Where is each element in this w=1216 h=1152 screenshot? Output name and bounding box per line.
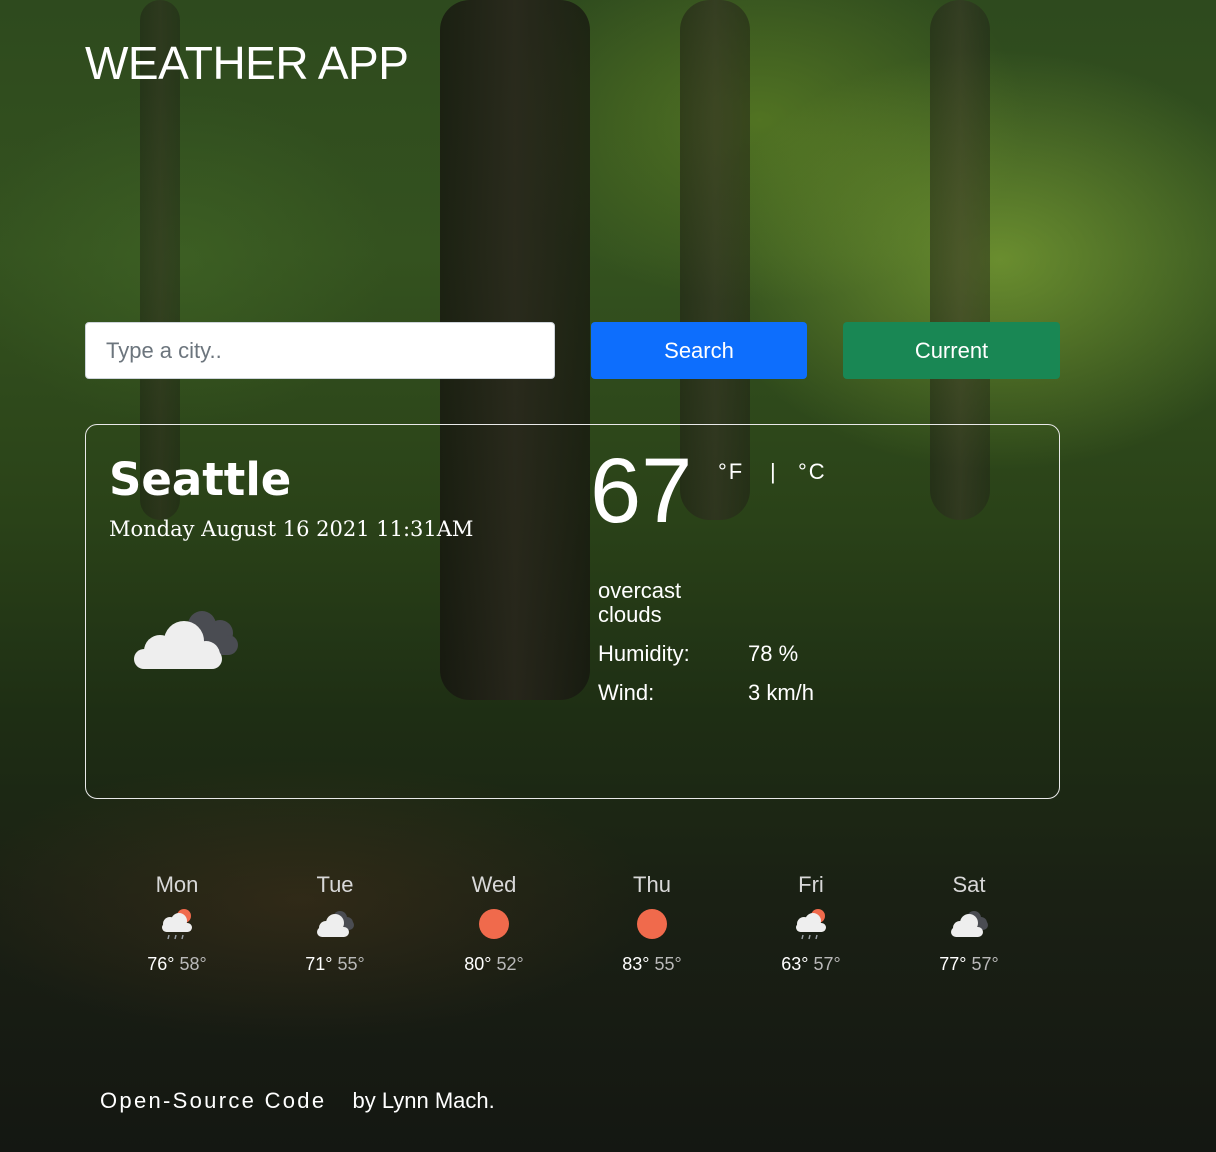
forecast-temps: 71° 55°	[255, 954, 415, 975]
rain-sun-icon	[796, 909, 826, 940]
date-time: Monday August 16 2021 11:31AM	[109, 517, 474, 541]
source-code-link[interactable]: Open-Source Code	[100, 1088, 326, 1113]
broken-clouds-icon	[317, 911, 354, 937]
forecast-max-temp: 77°	[939, 954, 967, 974]
wind-value: 3 km/h	[748, 680, 815, 705]
celsius-toggle[interactable]: °C	[798, 459, 827, 485]
current-location-button[interactable]: Current	[843, 322, 1060, 379]
forecast-max-temp: 71°	[305, 954, 333, 974]
forecast-day: Tue 71° 55°	[255, 872, 415, 975]
forecast-day: Fri 63° 57°	[731, 872, 891, 975]
footer-credit: by Lynn Mach.	[352, 1088, 495, 1113]
rain-sun-icon	[162, 909, 192, 940]
forecast-row: Mon 76° 58° Tue 71° 55° Wed 80° 52° Thu …	[97, 872, 1047, 992]
forecast-day-name: Tue	[316, 872, 354, 897]
forecast-day-name: Sat	[952, 872, 986, 897]
forecast-min-temp: 58°	[179, 954, 207, 974]
sun-icon	[637, 909, 667, 939]
forecast-temps: 77° 57°	[889, 954, 1049, 975]
broken-clouds-icon	[134, 611, 238, 669]
broken-clouds-icon	[951, 911, 988, 937]
footer: Open-Source Code by Lynn Mach.	[100, 1088, 495, 1114]
forecast-max-temp: 76°	[147, 954, 175, 974]
forecast-temps: 80° 52°	[414, 954, 574, 975]
unit-separator: |	[770, 459, 776, 484]
forecast-day: Thu 83° 55°	[572, 872, 732, 975]
forecast-temps: 83° 55°	[572, 954, 732, 975]
forecast-max-temp: 80°	[464, 954, 492, 974]
forecast-temps: 76° 58°	[97, 954, 257, 975]
forecast-day-name: Fri	[798, 872, 824, 897]
forecast-min-temp: 57°	[971, 954, 999, 974]
forecast-min-temp: 55°	[654, 954, 682, 974]
app-title: WEATHER APP	[85, 37, 409, 89]
temperature-value: 67	[590, 440, 693, 542]
forecast-day-name: Thu	[633, 872, 671, 897]
wind-label: Wind:	[598, 680, 655, 705]
forecast-min-temp: 57°	[813, 954, 841, 974]
forecast-day-name: Wed	[471, 872, 517, 897]
forecast-day: Wed 80° 52°	[414, 872, 574, 975]
forecast-min-temp: 52°	[496, 954, 524, 974]
sun-icon	[479, 909, 509, 939]
humidity-label: Humidity:	[598, 641, 690, 666]
city-name: Seattle	[109, 453, 292, 506]
forecast-temps: 63° 57°	[731, 954, 891, 975]
search-button[interactable]: Search	[591, 322, 807, 379]
forecast-day: Mon 76° 58°	[97, 872, 257, 975]
forecast-max-temp: 63°	[781, 954, 809, 974]
weather-description: overcast clouds	[598, 578, 682, 627]
fahrenheit-toggle[interactable]: °F	[718, 459, 744, 485]
page-background: { "app": { "title": "WEATHER APP" }, "se…	[0, 0, 1216, 1152]
forecast-day-name: Mon	[155, 872, 199, 897]
humidity-value: 78 %	[748, 641, 799, 666]
current-weather-card: Seattle Monday August 16 2021 11:31AM 67…	[85, 424, 1060, 799]
forecast-max-temp: 83°	[622, 954, 650, 974]
city-search-input[interactable]	[85, 322, 555, 379]
forecast-min-temp: 55°	[337, 954, 365, 974]
forecast-day: Sat 77° 57°	[889, 872, 1049, 975]
